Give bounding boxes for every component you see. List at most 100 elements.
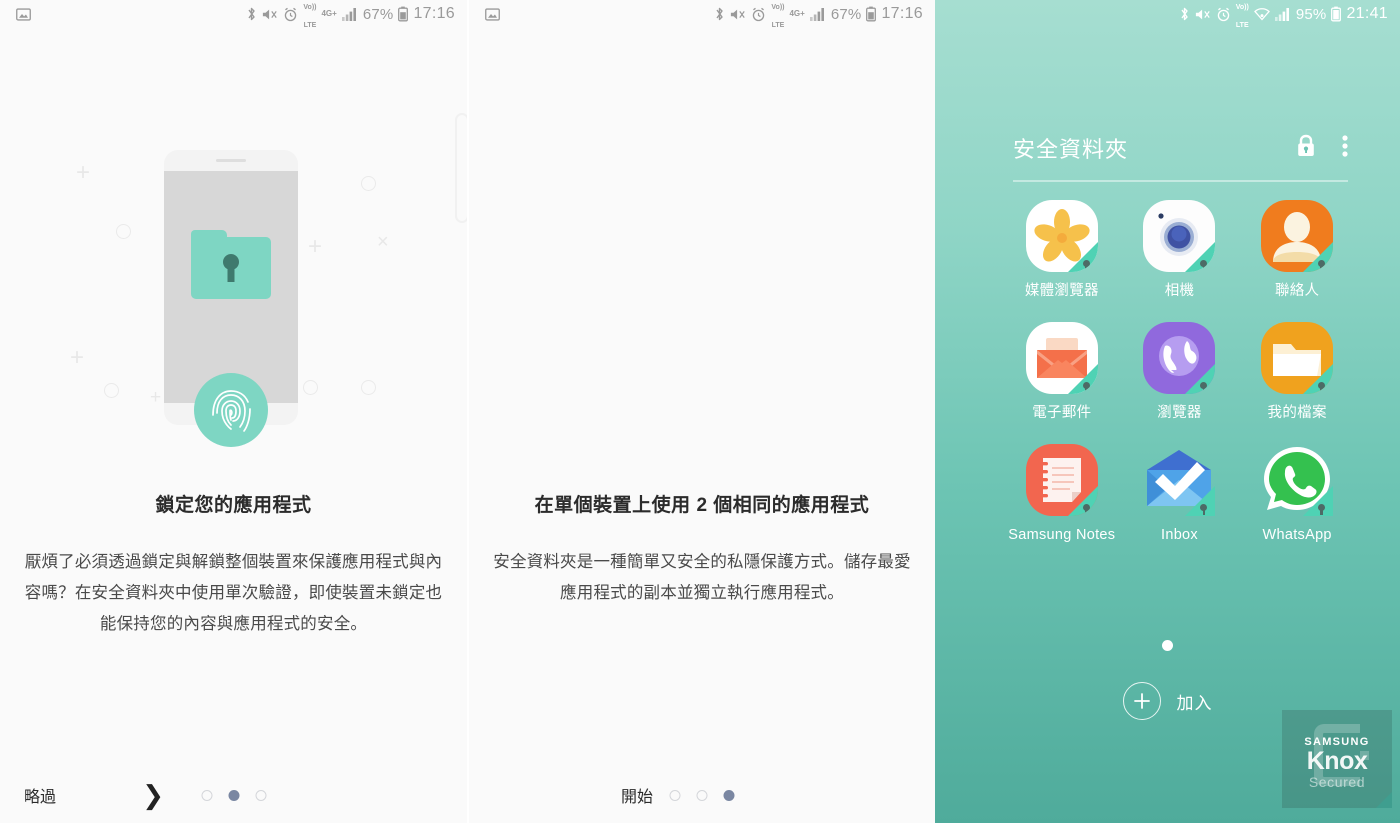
deco-plus: +	[150, 387, 162, 408]
knox-state-label: Secured	[1308, 774, 1366, 790]
lock-badge-icon	[1185, 364, 1216, 394]
deco-plus: +	[76, 159, 91, 186]
signal-icon	[809, 7, 826, 21]
app-label: 相機	[1164, 283, 1195, 299]
phone-speaker	[216, 159, 246, 162]
knox-corner-fold	[1376, 792, 1392, 808]
panel-intro-two-apps: Vo)) LTE 4G+ 67% 17:16 + × +	[467, 0, 935, 823]
signal-icon	[1274, 7, 1291, 21]
samsung-notes-icon	[1025, 444, 1098, 516]
page-dot-active[interactable]	[228, 789, 239, 801]
status-bar-panel1: Vo)) LTE 4G+ 67% 17:16	[0, 0, 467, 29]
chevron-right-icon: ❯	[142, 779, 164, 810]
app-label: WhatsApp	[1262, 527, 1332, 543]
deco-circle	[104, 383, 119, 398]
app-item-browser[interactable]: 瀏覽器	[1121, 322, 1239, 423]
deco-cross: ×	[377, 231, 389, 253]
next-button[interactable]: ❯	[94, 782, 164, 809]
deco-plus: +	[308, 233, 323, 260]
plus-circle-icon	[1122, 682, 1161, 720]
app-item-contacts[interactable]: 聯絡人	[1238, 200, 1356, 301]
deco-circle	[303, 380, 318, 395]
lock-badge-icon	[1185, 242, 1216, 272]
email-icon	[1025, 322, 1098, 394]
volte-icon: Vo)) LTE	[1235, 4, 1249, 29]
battery-icon	[1331, 6, 1342, 22]
page-dot-active[interactable]	[1162, 640, 1173, 651]
lock-icon[interactable]	[1296, 134, 1316, 163]
lock-badge-icon	[1303, 364, 1334, 394]
browser-icon	[1143, 322, 1216, 394]
more-vertical-icon[interactable]	[1342, 134, 1348, 163]
status-bar-panel3: Vo)) LTE 95% 21:41	[935, 0, 1400, 29]
deco-circle	[116, 224, 131, 239]
illustration-lock-apps: + + + + ×	[0, 28, 467, 488]
secure-folder-icon	[191, 230, 271, 299]
mute-icon	[262, 7, 278, 22]
knox-product-label: Knox	[1306, 747, 1368, 775]
battery-percent-label: 95%	[1295, 5, 1327, 23]
page-dot[interactable]	[201, 789, 212, 801]
secure-folder-header: 安全資料夾	[1013, 120, 1348, 176]
app-item-samsung-notes[interactable]: Samsung Notes	[1003, 444, 1121, 545]
lock-badge-icon	[1303, 486, 1334, 516]
lock-badge-icon	[1303, 242, 1334, 272]
contacts-icon	[1261, 200, 1334, 272]
lock-badge-icon	[1067, 486, 1098, 516]
header-divider	[1013, 180, 1348, 182]
clock-label: 17:16	[413, 5, 455, 22]
page-dot[interactable]	[255, 789, 266, 801]
wifi-icon	[1253, 7, 1270, 21]
start-button[interactable]: 開始	[563, 783, 653, 807]
alarm-icon	[751, 7, 766, 22]
my-files-icon	[1261, 322, 1334, 394]
page-description: 安全資料夾是一種簡單又安全的私隱保護方式。儲存最愛應用程式的副本並獨立執行應用程…	[493, 553, 911, 602]
app-item-gallery[interactable]: 媒體瀏覽器	[1003, 200, 1121, 301]
app-item-my-files[interactable]: 我的檔案	[1238, 322, 1356, 423]
screenshot-icon	[485, 7, 500, 22]
alarm-icon	[1216, 7, 1231, 22]
deco-circle	[361, 176, 376, 191]
lock-badge-icon	[1067, 242, 1098, 272]
alarm-icon	[283, 7, 298, 22]
app-label: 聯絡人	[1274, 283, 1320, 299]
add-label: 加入	[1176, 693, 1213, 713]
home-page-indicator	[935, 640, 1400, 651]
inbox-icon	[1143, 444, 1216, 516]
lock-badge-icon	[1185, 486, 1216, 516]
panel-edge-artifact	[455, 113, 467, 223]
app-label: Samsung Notes	[1008, 527, 1116, 543]
battery-icon	[398, 6, 409, 22]
battery-icon	[866, 6, 877, 22]
page-indicator-panel1	[201, 789, 266, 801]
clock-label: 21:41	[1346, 5, 1388, 22]
app-item-camera[interactable]: 相機	[1121, 200, 1239, 301]
page-dot[interactable]	[696, 789, 708, 801]
app-grid: 媒體瀏覽器 相機 聯絡人 電子郵件 瀏覽器 我的檔案 Samsung Notes…	[1003, 200, 1356, 545]
app-label: 媒體瀏覽器	[1024, 283, 1099, 299]
mute-icon	[730, 7, 746, 22]
page-title: 在單個裝置上使用 2 個相同的應用程式	[534, 495, 870, 516]
app-item-inbox[interactable]: Inbox	[1121, 444, 1239, 545]
panel-secure-folder-home: Vo)) LTE 95% 21:41 安全資料夾 媒體瀏覽器 相機 聯絡人 電子…	[935, 0, 1400, 823]
4g-plus-icon: 4G+	[789, 9, 805, 18]
page-title: 安全資料夾	[1013, 137, 1129, 162]
page-title: 鎖定您的應用程式	[155, 495, 312, 516]
page-dot-active[interactable]	[723, 789, 735, 801]
mute-icon	[1195, 7, 1211, 22]
skip-button[interactable]: 略過	[24, 783, 94, 807]
knox-watermark: SAMSUNG Knox Secured	[1282, 710, 1392, 808]
page-dot[interactable]	[669, 789, 681, 801]
app-label: 瀏覽器	[1157, 405, 1202, 421]
app-label: Inbox	[1161, 527, 1198, 543]
camera-icon	[1143, 200, 1216, 272]
app-item-email[interactable]: 電子郵件	[1003, 322, 1121, 423]
bluetooth-icon	[714, 6, 725, 22]
gallery-icon	[1025, 200, 1098, 272]
illustration-two-apps: + × + +	[469, 28, 935, 488]
page-indicator-panel2	[669, 789, 735, 801]
app-item-whatsapp[interactable]: WhatsApp	[1238, 444, 1356, 545]
4g-plus-icon: 4G+	[321, 9, 337, 18]
deco-plus: +	[70, 344, 85, 371]
page-description: 厭煩了必須透過鎖定與解鎖整個裝置來保護應用程式與內容嗎？在安全資料夾中使用單次驗…	[24, 553, 443, 633]
